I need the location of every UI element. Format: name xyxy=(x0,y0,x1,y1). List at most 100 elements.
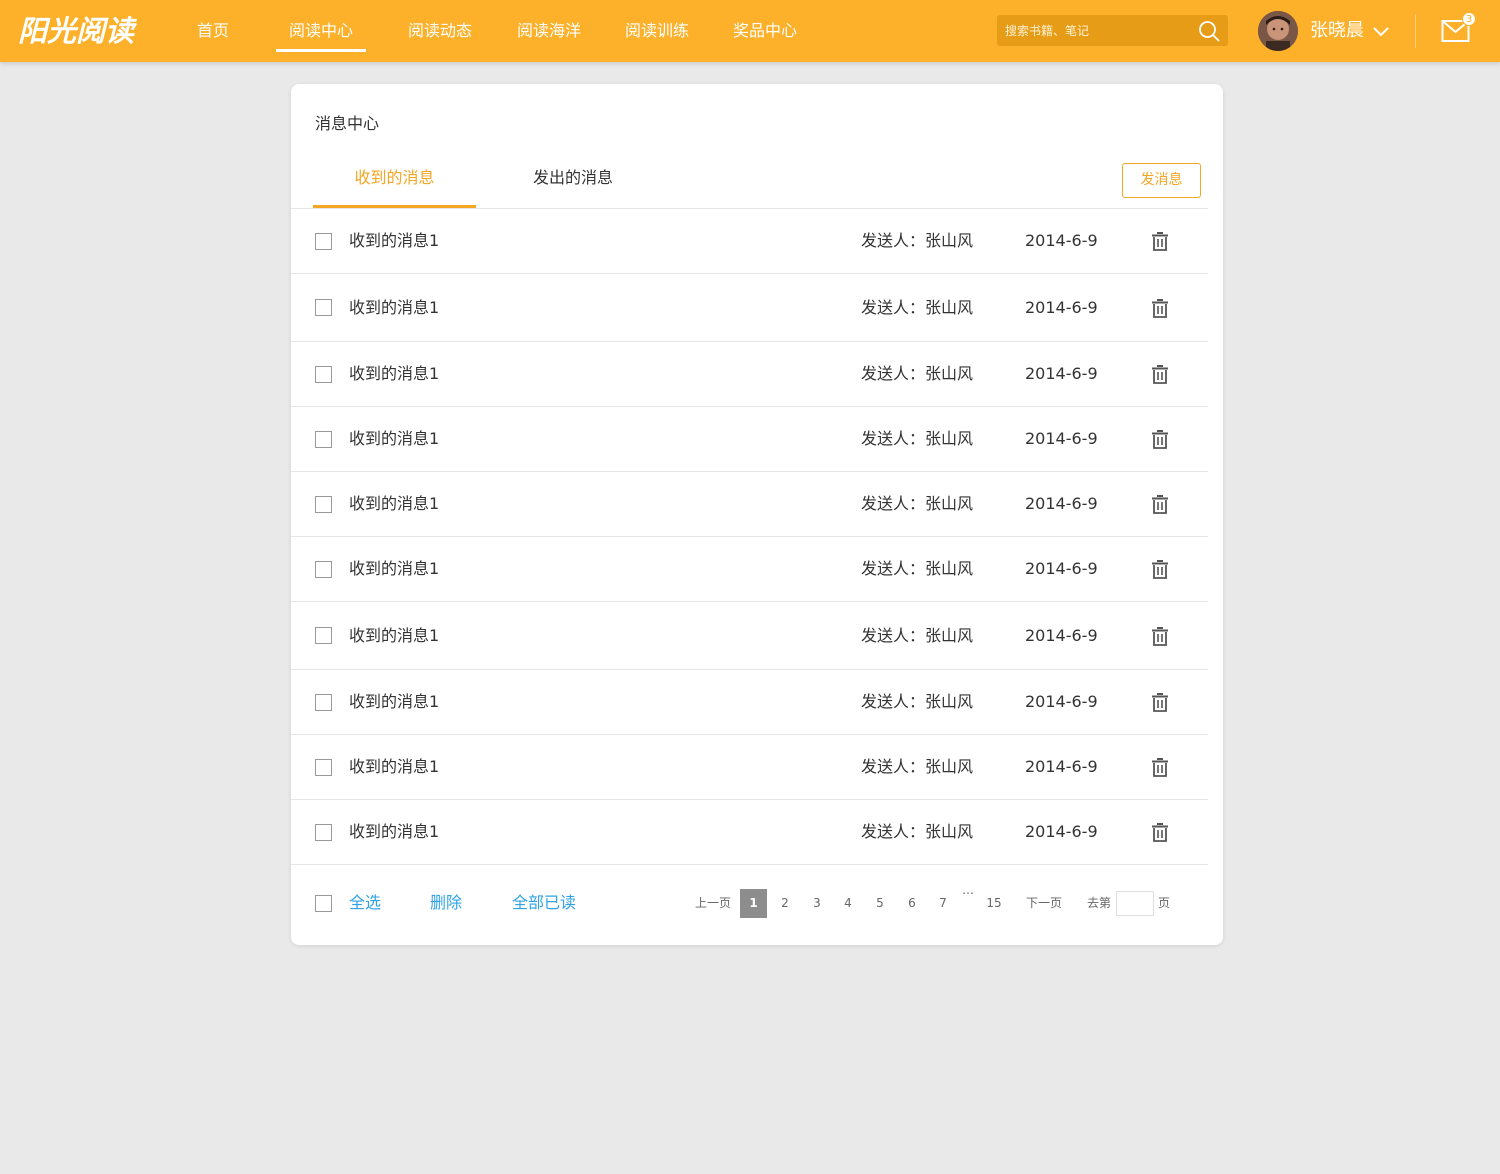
message-checkbox[interactable] xyxy=(315,496,332,513)
message-title[interactable]: 收到的消息1 xyxy=(349,342,439,406)
message-date: 2014-6-9 xyxy=(1025,757,1098,776)
page-button-current[interactable]: 1 xyxy=(740,889,767,918)
message-sender: 发送人：张山风 xyxy=(861,559,974,578)
trash-icon[interactable] xyxy=(1151,494,1169,514)
message-row[interactable]: 收到的消息1 发送人：张山风 2014-6-9 xyxy=(291,472,1208,537)
page-button[interactable]: 5 xyxy=(873,889,887,918)
message-checkbox[interactable] xyxy=(315,759,332,776)
message-checkbox[interactable] xyxy=(315,431,332,448)
trash-icon[interactable] xyxy=(1151,626,1169,646)
goto-label: 去第 xyxy=(1086,896,1111,910)
trash-icon[interactable] xyxy=(1151,298,1169,318)
message-sender: 发送人：张山风 xyxy=(861,364,974,383)
message-sender: 发送人：张山风 xyxy=(861,298,974,317)
message-sender: 发送人：张山风 xyxy=(861,757,974,776)
chevron-down-icon[interactable] xyxy=(1372,24,1390,38)
message-sender: 发送人：张山风 xyxy=(861,231,974,250)
page-button[interactable]: 3 xyxy=(810,889,824,918)
trash-icon[interactable] xyxy=(1151,559,1169,579)
nav-item-home[interactable]: 首页 xyxy=(197,0,229,62)
page-button[interactable]: 6 xyxy=(905,889,919,918)
mail-count-badge: 3 xyxy=(1462,12,1476,26)
send-message-button[interactable]: 发消息 xyxy=(1122,163,1201,198)
goto-suffix: 页 xyxy=(1157,896,1170,910)
site-logo[interactable]: 阳光阅读 xyxy=(18,12,134,50)
goto-page-input[interactable] xyxy=(1116,891,1154,916)
next-page-button[interactable]: 下一页 xyxy=(1025,889,1063,918)
message-sender: 发送人：张山风 xyxy=(861,626,974,645)
message-row[interactable]: 收到的消息1 发送人：张山风 2014-6-9 xyxy=(291,735,1208,800)
message-title[interactable]: 收到的消息1 xyxy=(349,670,439,734)
message-checkbox[interactable] xyxy=(315,233,332,250)
message-date: 2014-6-9 xyxy=(1025,364,1098,383)
message-title[interactable]: 收到的消息1 xyxy=(349,735,439,799)
page-button[interactable]: 7 xyxy=(936,889,950,918)
message-sender: 发送人：张山风 xyxy=(861,429,974,448)
message-checkbox[interactable] xyxy=(315,299,332,316)
tab-sent[interactable]: 发出的消息 xyxy=(491,164,655,208)
message-date: 2014-6-9 xyxy=(1025,559,1098,578)
trash-icon[interactable] xyxy=(1151,692,1169,712)
message-title[interactable]: 收到的消息1 xyxy=(349,407,439,471)
message-row[interactable]: 收到的消息1 发送人：张山风 2014-6-9 xyxy=(291,274,1208,342)
message-checkbox[interactable] xyxy=(315,561,332,578)
search-input[interactable] xyxy=(997,15,1193,46)
pagination: 上一页 1 2 3 4 5 6 7 … 15 下一页 去第 页 xyxy=(291,883,1223,918)
message-row[interactable]: 收到的消息1 发送人：张山风 2014-6-9 xyxy=(291,209,1208,274)
message-date: 2014-6-9 xyxy=(1025,231,1098,250)
message-title[interactable]: 收到的消息1 xyxy=(349,537,439,601)
nav-item-reading-training[interactable]: 阅读训练 xyxy=(625,0,689,62)
nav-item-reading-ocean[interactable]: 阅读海洋 xyxy=(517,0,581,62)
nav-item-reading-dynamics[interactable]: 阅读动态 xyxy=(408,0,472,62)
message-sender: 发送人：张山风 xyxy=(861,692,974,711)
page-ellipsis: … xyxy=(962,883,974,897)
avatar[interactable] xyxy=(1258,11,1298,51)
page-button[interactable]: 4 xyxy=(841,889,855,918)
tab-received-label: 收到的消息 xyxy=(354,168,435,187)
message-row[interactable]: 收到的消息1 发送人：张山风 2014-6-9 xyxy=(291,670,1208,735)
message-date: 2014-6-9 xyxy=(1025,822,1098,841)
message-date: 2014-6-9 xyxy=(1025,626,1098,645)
message-row[interactable]: 收到的消息1 发送人：张山风 2014-6-9 xyxy=(291,407,1208,472)
message-title[interactable]: 收到的消息1 xyxy=(349,602,439,669)
message-checkbox[interactable] xyxy=(315,694,332,711)
message-date: 2014-6-9 xyxy=(1025,298,1098,317)
message-title[interactable]: 收到的消息1 xyxy=(349,472,439,536)
message-row[interactable]: 收到的消息1 发送人：张山风 2014-6-9 xyxy=(291,342,1208,407)
message-row[interactable]: 收到的消息1 发送人：张山风 2014-6-9 xyxy=(291,537,1208,602)
message-row[interactable]: 收到的消息1 发送人：张山风 2014-6-9 xyxy=(291,602,1208,670)
prev-page-button[interactable]: 上一页 xyxy=(694,889,732,918)
message-sender: 发送人：张山风 xyxy=(861,494,974,513)
trash-icon[interactable] xyxy=(1151,822,1169,842)
message-title[interactable]: 收到的消息1 xyxy=(349,209,439,273)
message-date: 2014-6-9 xyxy=(1025,692,1098,711)
tab-received[interactable]: 收到的消息 xyxy=(313,164,476,208)
list-footer: 全选 删除 全部已读 上一页 1 2 3 4 5 6 7 … 15 下一页 去第… xyxy=(291,864,1223,945)
search-icon[interactable] xyxy=(1198,20,1220,42)
message-center-card: 消息中心 收到的消息 发出的消息 发消息 收到的消息1 发送人：张山风 2014-6… xyxy=(291,84,1223,945)
top-navigation-bar: 阳光阅读 首页 阅读中心 阅读动态 阅读海洋 阅读训练 奖品中心 张晓晨 3 xyxy=(0,0,1500,62)
message-title[interactable]: 收到的消息1 xyxy=(349,800,439,864)
nav-item-prize-center[interactable]: 奖品中心 xyxy=(733,0,797,62)
page-button-last[interactable]: 15 xyxy=(985,889,1003,918)
page-button[interactable]: 2 xyxy=(778,889,792,918)
message-title[interactable]: 收到的消息1 xyxy=(349,274,439,341)
trash-icon[interactable] xyxy=(1151,429,1169,449)
nav-item-reading-center[interactable]: 阅读中心 xyxy=(276,0,366,62)
message-date: 2014-6-9 xyxy=(1025,494,1098,513)
search-box xyxy=(997,15,1228,46)
message-row[interactable]: 收到的消息1 发送人：张山风 2014-6-9 xyxy=(291,800,1208,865)
message-checkbox[interactable] xyxy=(315,824,332,841)
topbar-divider xyxy=(1415,14,1416,48)
message-sender: 发送人：张山风 xyxy=(861,822,974,841)
user-name[interactable]: 张晓晨 xyxy=(1310,0,1364,62)
message-checkbox[interactable] xyxy=(315,627,332,644)
message-date: 2014-6-9 xyxy=(1025,429,1098,448)
trash-icon[interactable] xyxy=(1151,757,1169,777)
message-list: 收到的消息1 发送人：张山风 2014-6-9 收到的消息1 发送人：张山风 2014-6… xyxy=(291,209,1208,865)
message-checkbox[interactable] xyxy=(315,366,332,383)
trash-icon[interactable] xyxy=(1151,231,1169,251)
page-title: 消息中心 xyxy=(315,114,380,133)
tab-sent-label: 发出的消息 xyxy=(532,168,613,187)
trash-icon[interactable] xyxy=(1151,364,1169,384)
